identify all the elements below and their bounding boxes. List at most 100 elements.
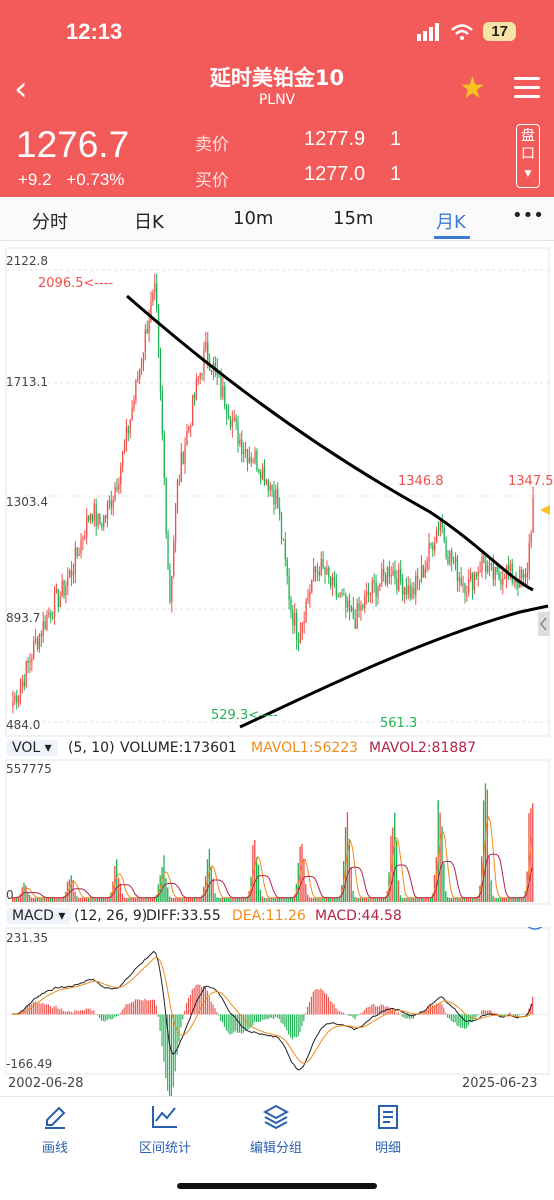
macd-bar (452, 1014, 454, 1023)
macd-title: MACD (12, 908, 54, 924)
candle-body (207, 341, 209, 362)
volume-bar (187, 897, 190, 902)
volume-bar (85, 897, 88, 902)
volume-bar (87, 897, 89, 902)
detail-button[interactable]: 明细 (328, 1103, 448, 1156)
volume-bar (70, 875, 72, 902)
volume-bar (133, 897, 135, 902)
macd-bar (155, 1005, 157, 1015)
macd-bar (324, 992, 326, 1015)
volume-bar (503, 897, 506, 902)
volume-bar (182, 897, 184, 902)
macd-bar (327, 997, 329, 1015)
candle-body (377, 587, 379, 597)
volume-bar (290, 897, 292, 902)
macd-bar (42, 1002, 44, 1015)
candle-body (330, 577, 332, 587)
macd-bar (325, 994, 328, 1015)
macd-bar (382, 1004, 384, 1015)
edit-group-button[interactable]: 编辑分组 (216, 1103, 336, 1156)
price-tick-3: 893.7 (6, 611, 41, 625)
macd-bar (168, 1014, 171, 1096)
candle-body (400, 569, 402, 582)
macd-indicator-button[interactable]: MACD ▾ (6, 908, 72, 924)
candle-body (252, 461, 254, 463)
candle-body (494, 566, 496, 580)
candle-body (195, 380, 198, 400)
volume-bar (267, 897, 269, 902)
macd-bar (439, 1002, 441, 1015)
candle-body (21, 680, 24, 688)
volume-bar (116, 859, 118, 902)
draw-line-button[interactable]: 画线 (0, 1103, 115, 1156)
macd-bar (32, 1002, 34, 1015)
volume-bar (418, 897, 420, 902)
price-tick-2: 1303.4 (6, 495, 48, 509)
macd-bar (339, 1011, 341, 1015)
macd-bar (220, 1014, 222, 1021)
volume-bar (51, 897, 54, 902)
volume-bar (237, 897, 239, 902)
candle-body (258, 470, 260, 473)
candle-body (314, 566, 317, 573)
candle-body (454, 557, 457, 563)
candle-body (311, 580, 313, 592)
candle-body (91, 514, 94, 521)
volume-bar (303, 859, 305, 902)
volume-bar (195, 897, 197, 902)
candle-body (278, 507, 281, 515)
volume-bar (208, 849, 211, 902)
candle-body (452, 561, 455, 563)
volume-bar (499, 897, 502, 902)
candle-body (220, 375, 222, 397)
candle-body (171, 575, 173, 602)
candle-body (120, 467, 122, 484)
macd-bar (148, 1000, 150, 1015)
volume-bar (174, 897, 176, 902)
volume-bar (475, 897, 477, 902)
macd-bar (278, 1014, 280, 1019)
volume-bar (301, 843, 303, 902)
candle-body (343, 594, 345, 596)
candle-body (496, 566, 498, 572)
candle-body (443, 527, 445, 541)
side-drawer-handle[interactable] (538, 612, 550, 636)
volume-bar (199, 897, 201, 902)
candle-body (386, 567, 389, 585)
candle-body (139, 368, 141, 379)
candle-body (373, 580, 375, 583)
range-stats-button[interactable]: 区间统计 (105, 1103, 225, 1156)
macd-bar (93, 1010, 95, 1015)
volume-indicator-button[interactable]: VOL ▾ (6, 740, 58, 756)
volume-bar (509, 897, 511, 902)
candle-body (61, 580, 63, 597)
volume-bar (57, 897, 59, 902)
candle-body (464, 583, 466, 594)
volume-bar (165, 878, 167, 902)
macd-bar (117, 1014, 120, 1016)
macd-bar (331, 1002, 333, 1015)
candle-body (104, 515, 107, 519)
candle-body (462, 583, 464, 586)
candle-body (27, 661, 29, 663)
candle-body (125, 427, 128, 444)
volume-bar (352, 890, 354, 902)
volume-bar (329, 897, 332, 902)
candle-body (294, 613, 296, 626)
volume-bar (150, 897, 152, 902)
chart-area[interactable] (0, 0, 554, 1096)
volume-bar (59, 897, 61, 902)
candle-body (29, 661, 31, 663)
macd-bar (458, 1014, 460, 1027)
volume-bar (25, 885, 27, 902)
candle-body (67, 577, 69, 586)
macd-bar (242, 1014, 244, 1033)
candle-body (318, 571, 320, 576)
macd-bar (367, 1007, 369, 1015)
macd-bar (125, 1004, 127, 1015)
volume-bar (337, 897, 339, 902)
candle-body (131, 408, 133, 421)
macd-bar (360, 1013, 362, 1015)
volume-bar (416, 897, 419, 902)
macd-bar (255, 1014, 258, 1023)
